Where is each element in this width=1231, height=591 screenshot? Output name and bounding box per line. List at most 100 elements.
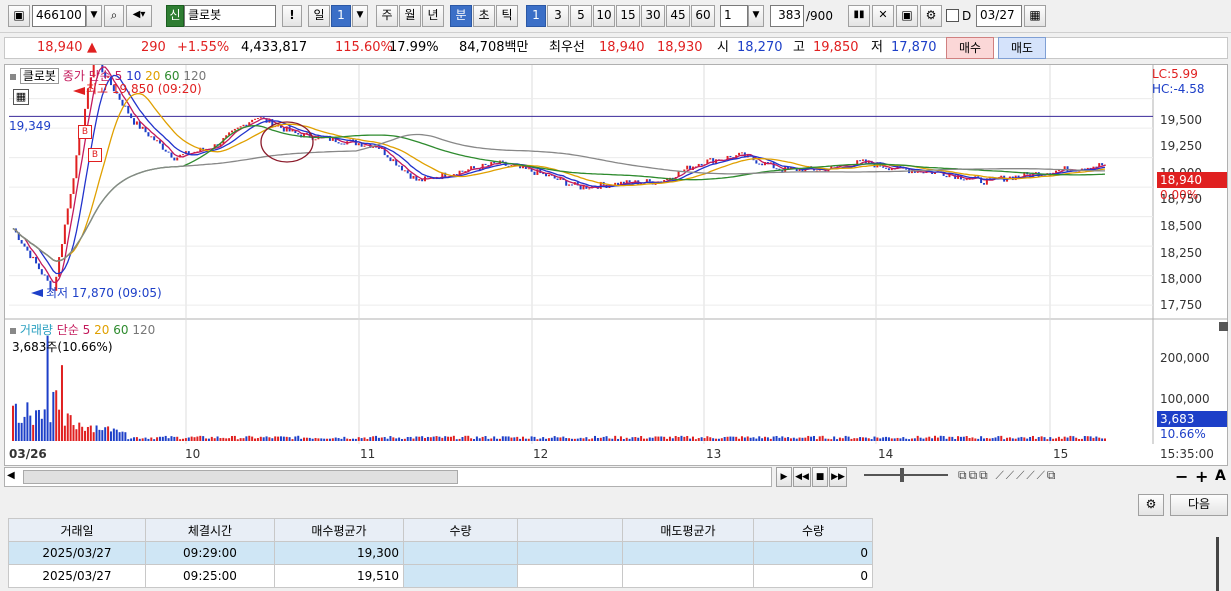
alert-button[interactable]: ! — [282, 5, 302, 27]
volume-bar — [524, 438, 527, 441]
date-input[interactable]: 03/27 — [976, 5, 1022, 27]
volume-bar — [202, 436, 205, 441]
volume-bar — [859, 437, 862, 441]
period-day-count[interactable]: 1 — [331, 5, 351, 27]
volume-bar — [219, 438, 222, 441]
cell-blank — [517, 541, 623, 565]
volume-bar — [107, 426, 110, 441]
volume-bar — [63, 425, 66, 441]
period-second[interactable]: 초 — [473, 5, 495, 27]
volume-bar — [1098, 437, 1101, 441]
table-row[interactable]: 2025/03/27 09:25:00 19,510 0 — [8, 564, 873, 588]
volume-bar — [398, 437, 401, 441]
minute-60[interactable]: 60 — [691, 5, 715, 27]
next-button[interactable]: 다음 — [1170, 494, 1228, 516]
font-size-icon[interactable]: A — [1215, 468, 1226, 484]
minute-15[interactable]: 15 — [616, 5, 640, 27]
play-icon[interactable]: ▶ — [776, 467, 792, 487]
volume-bar — [680, 435, 683, 441]
multiplier-input[interactable]: 1 — [720, 5, 748, 27]
settings-gear-icon[interactable]: ⚙ — [1138, 494, 1164, 516]
chart-type-icon[interactable]: ▣ — [8, 5, 30, 27]
multiplier-dropdown-icon[interactable]: ▼ — [748, 5, 764, 27]
fast-forward-icon[interactable]: ▶▶ — [829, 467, 847, 487]
candle — [729, 155, 732, 158]
minute-10[interactable]: 10 — [593, 5, 615, 27]
zoom-slider-thumb[interactable] — [900, 468, 904, 482]
period-tick[interactable]: 틱 — [496, 5, 518, 27]
count-input[interactable]: 383 — [770, 5, 804, 27]
col-blank — [517, 518, 623, 542]
volume-bar — [798, 437, 801, 441]
candle — [568, 184, 571, 186]
period-year[interactable]: 년 — [422, 5, 444, 27]
minute-45[interactable]: 45 — [666, 5, 690, 27]
stock-code-input[interactable]: 466100 — [32, 5, 86, 27]
cell-exec-time: 09:25:00 — [145, 564, 275, 588]
buy-button[interactable]: 매수 — [946, 37, 994, 59]
volume-bar — [81, 426, 84, 441]
stop-icon[interactable]: ■ — [812, 467, 828, 487]
candle — [473, 166, 476, 169]
volume-bar — [810, 436, 813, 441]
period-month[interactable]: 월 — [399, 5, 421, 27]
stock-name-field[interactable]: 클로봇 — [184, 5, 276, 27]
candle-settings-icon[interactable]: ▮▮ — [848, 5, 870, 27]
candle — [254, 118, 257, 120]
drawing-tools-icon[interactable]: ⧉⧉⧉ ⟋⟋⟋⟋⟋⧉ — [958, 468, 1058, 483]
zoom-slider[interactable] — [864, 474, 948, 476]
period-dropdown-icon[interactable]: ▼ — [352, 5, 368, 27]
date-checkbox[interactable] — [946, 9, 959, 22]
period-week[interactable]: 주 — [376, 5, 398, 27]
minute-3[interactable]: 3 — [547, 5, 569, 27]
volume-bar — [642, 438, 645, 441]
volume-bar — [317, 438, 320, 441]
scroll-left-icon[interactable]: ◀ — [7, 470, 15, 481]
minute-5[interactable]: 5 — [570, 5, 592, 27]
volume-bar — [109, 431, 112, 441]
period-day[interactable]: 일 — [308, 5, 330, 27]
gear-icon[interactable]: ⚙ — [920, 5, 942, 27]
volume-bar — [582, 438, 585, 441]
table-scrollbar[interactable] — [1216, 537, 1219, 591]
volume-bar — [547, 438, 550, 441]
volume-bar — [475, 436, 478, 441]
code-dropdown-icon[interactable]: ▼ — [86, 5, 102, 27]
volume-bar — [887, 437, 890, 441]
volume-bar — [29, 415, 32, 441]
volume-bar — [867, 438, 870, 441]
save-icon[interactable]: ▣ — [896, 5, 918, 27]
period-minute[interactable]: 분 — [450, 5, 472, 27]
candle — [124, 105, 127, 107]
date-checkbox-label: D — [962, 9, 972, 23]
pane-close-icon[interactable] — [1219, 322, 1228, 331]
scrollbar[interactable]: ◀ — [4, 467, 772, 487]
volume-bar — [1040, 436, 1043, 441]
chart-area[interactable] — [4, 64, 1228, 464]
trade-amount: 84,708백만 — [459, 40, 529, 55]
volume-bar — [277, 436, 280, 441]
search-icon[interactable]: ⌕ — [104, 5, 124, 27]
candle — [176, 157, 179, 161]
volume-bar — [43, 409, 46, 441]
candle — [357, 143, 360, 146]
speaker-icon[interactable]: ◀▾ — [126, 5, 152, 27]
zoom-in-icon[interactable]: + — [1195, 467, 1208, 486]
table-view-icon[interactable]: ▦ — [13, 89, 29, 105]
volume-bar — [1080, 438, 1083, 441]
minute-30[interactable]: 30 — [641, 5, 665, 27]
volume-bar — [787, 437, 790, 441]
zoom-out-icon[interactable]: − — [1175, 467, 1188, 486]
rewind-icon[interactable]: ◀◀ — [793, 467, 811, 487]
trade-volume: 4,433,817 — [241, 40, 308, 55]
sell-button[interactable]: 매도 — [998, 37, 1046, 59]
candle — [141, 126, 144, 129]
scroll-thumb[interactable] — [23, 470, 458, 484]
volume-bar — [671, 438, 674, 441]
candle — [167, 151, 170, 153]
table-row[interactable]: 2025/03/27 09:29:00 19,300 0 — [8, 541, 873, 565]
candle — [135, 121, 138, 125]
minute-1[interactable]: 1 — [526, 5, 546, 27]
calendar-icon[interactable]: ▦ — [1024, 5, 1046, 27]
cross-icon[interactable]: ✕ — [872, 5, 894, 27]
